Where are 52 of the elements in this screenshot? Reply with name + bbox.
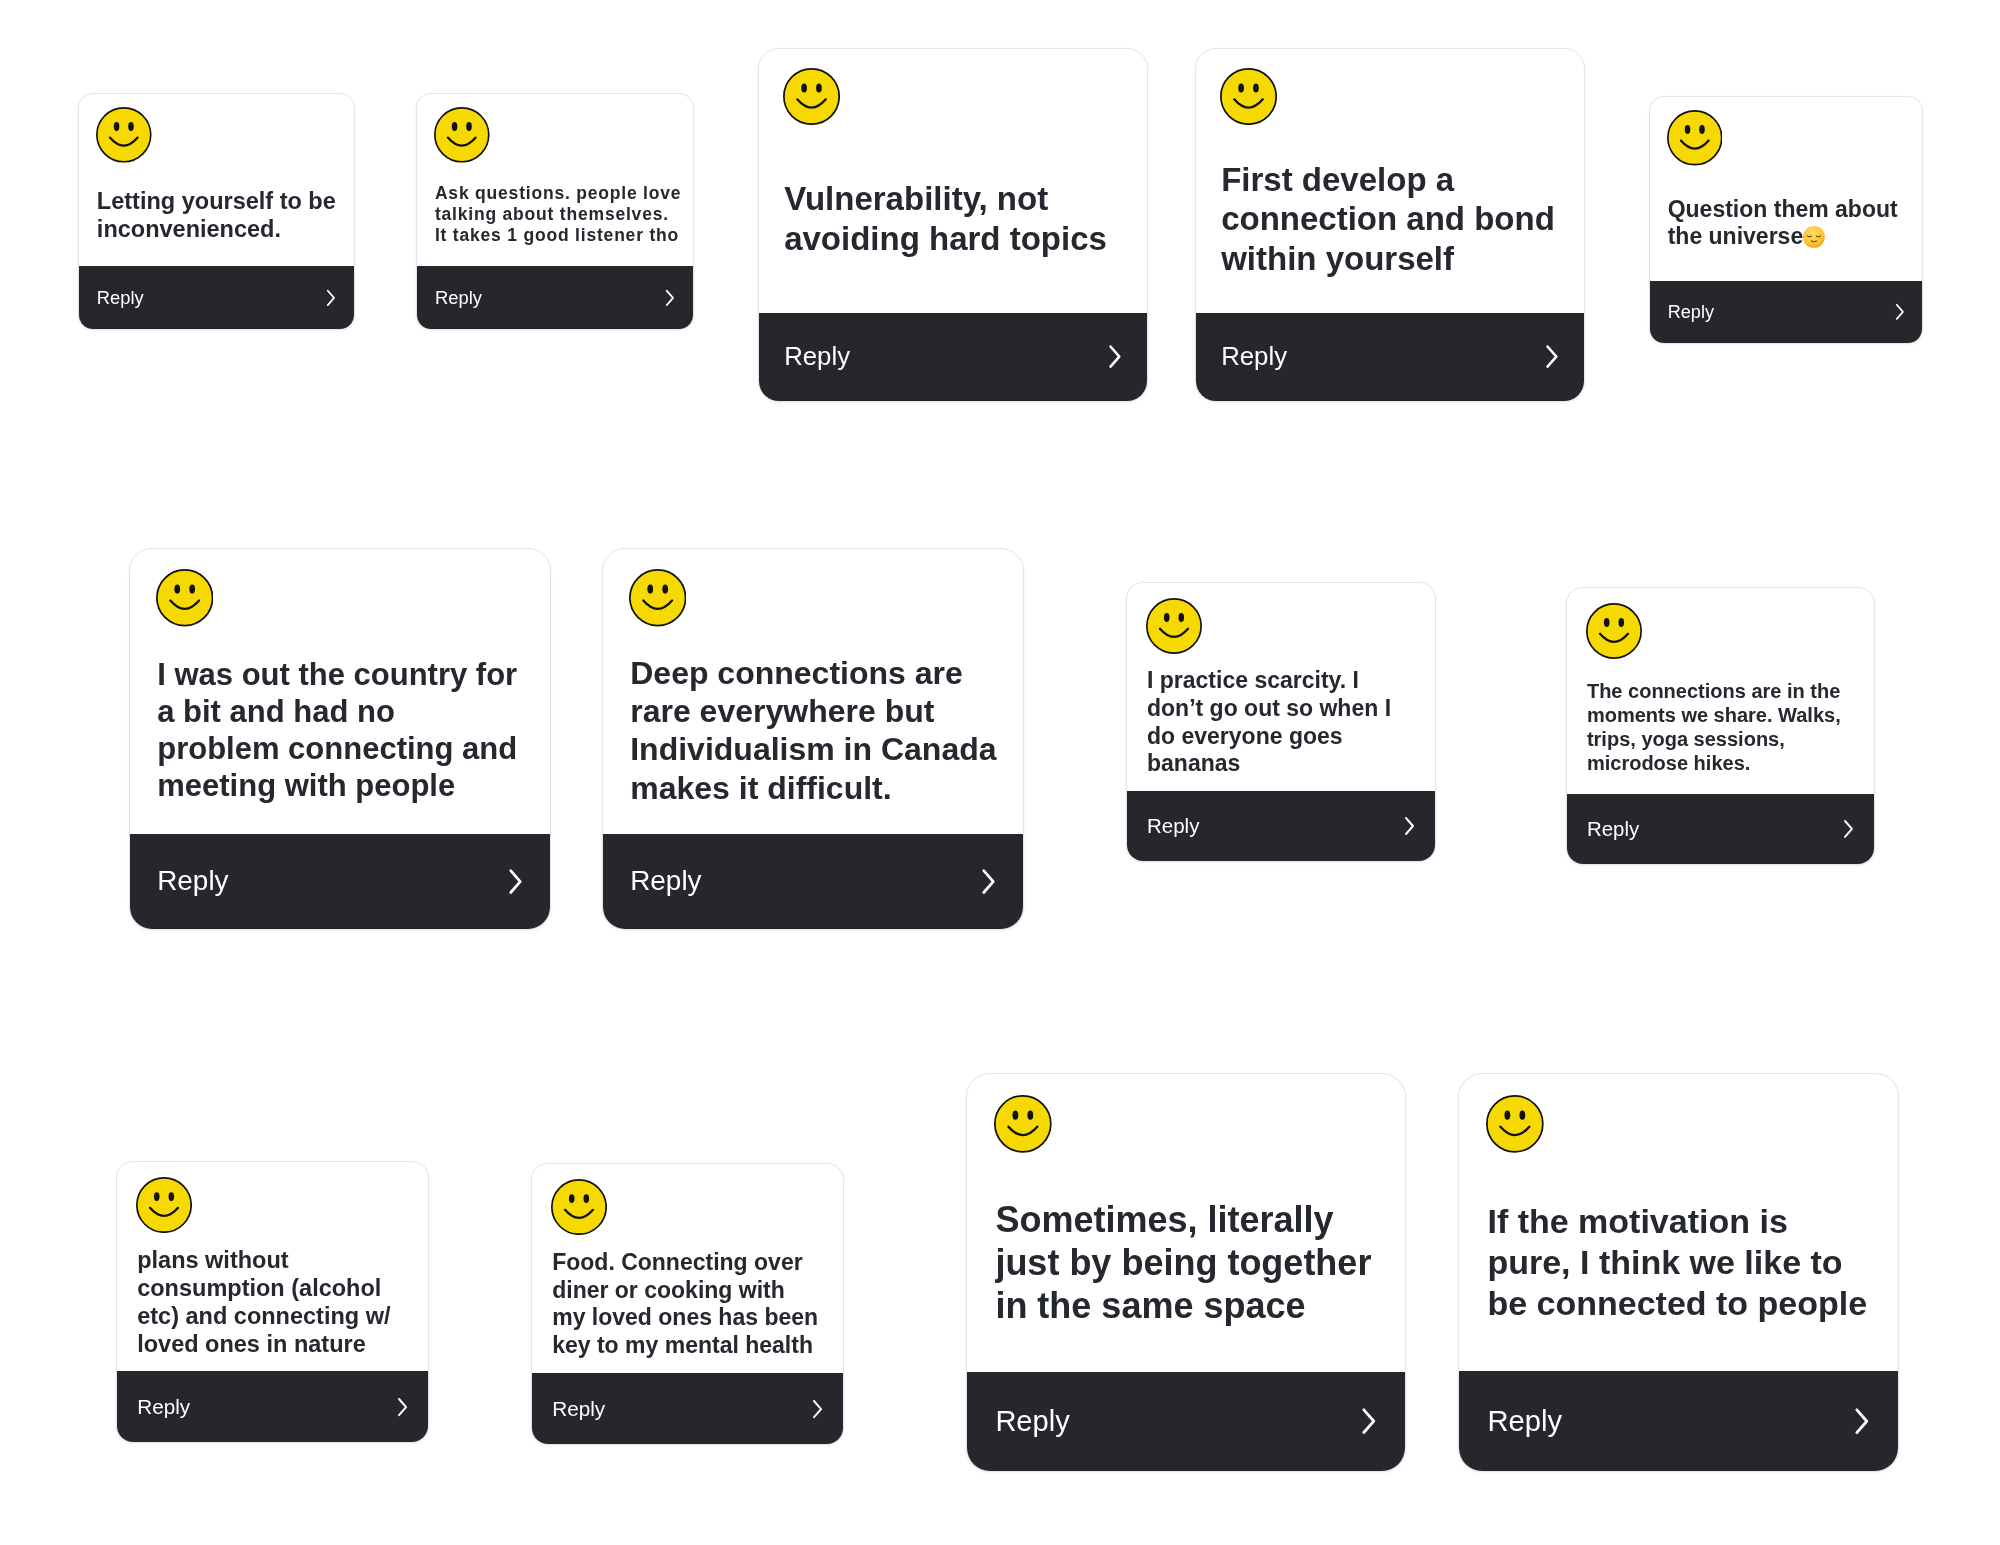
reply-button[interactable]: Reply [967,1371,1405,1471]
response-text: plans without consumption (alcohol etc) and connecting w/ loved ones in nature [137,1246,391,1358]
chevron-right-icon [396,1396,408,1417]
chevron-right-icon [326,288,337,307]
chevron-right-icon [1843,819,1855,840]
response-text: If the motivation is pure, I think we like to be connected to people [1487,1202,1868,1322]
smiley-face-icon [1585,602,1642,659]
response-text: Food. Connecting over diner or cooking with my loved ones has been key to my mental health [552,1249,819,1358]
response-text: Deep connections are rare everywhere but Individualism in Canada makes it difficult. [630,654,997,806]
smiley-face-icon [1146,598,1202,654]
reply-button[interactable]: Reply [1196,312,1584,401]
reply-button[interactable]: Reply [1567,794,1874,864]
response-text: Sometimes, literally just by being together in the same space [995,1198,1372,1326]
reply-button[interactable]: Reply [1650,281,1922,343]
chevron-right-icon [507,867,523,895]
smiley-face-icon [1219,67,1277,125]
reply-button[interactable]: Reply [417,266,693,329]
reply-button[interactable]: Reply [532,1373,843,1444]
response-text: Letting yourself to be inconvenienced. [96,187,336,242]
response-text: I was out the country for a bit and had no problem connecting and meeting with people [157,656,518,804]
chevron-right-icon [1108,344,1122,370]
smiley-face-icon [782,67,840,125]
smiley-face-icon [1666,110,1723,166]
smiley-face-icon [993,1095,1052,1153]
smiley-face-icon [434,107,490,163]
chevron-right-icon [1361,1407,1377,1436]
reply-button[interactable]: Reply [130,833,550,929]
reply-button[interactable]: Reply [1459,1371,1898,1471]
response-text: Question them about the universe [1667,195,1898,250]
smiley-face-icon [551,1179,608,1236]
reply-button[interactable]: Reply [759,312,1147,401]
chevron-right-icon [1853,1407,1870,1436]
reply-button[interactable]: Reply [1127,791,1435,861]
response-text: The connections are in the moments we share. Walks, trips, yoga sessions, microdose hikes. [1586,679,1841,774]
chevron-right-icon [665,288,676,307]
response-text: Vulnerability, not avoiding hard topics [784,180,1107,257]
chevron-right-icon [811,1398,823,1419]
smiley-face-icon [628,569,687,627]
chevron-right-icon [1404,816,1415,836]
smiley-face-icon [1486,1095,1544,1153]
chevron-right-icon [1545,344,1559,370]
smiley-face-icon [136,1177,193,1234]
reply-button[interactable]: Reply [117,1371,428,1442]
chevron-right-icon [980,867,996,895]
reply-button[interactable]: Reply [603,833,1023,929]
chevron-right-icon [1894,303,1905,321]
response-text: I practice scarcity. I don’t go out so when I do everyone goes bananas [1147,667,1391,777]
reply-button[interactable]: Reply [79,266,354,329]
smiley-face-icon [155,569,214,627]
smiley-face-icon [95,107,152,163]
response-text: Ask questions. people love talking about themselves. It takes 1 good listener tho [434,183,682,246]
response-text: First develop a connection and bond within yourself [1221,160,1555,277]
